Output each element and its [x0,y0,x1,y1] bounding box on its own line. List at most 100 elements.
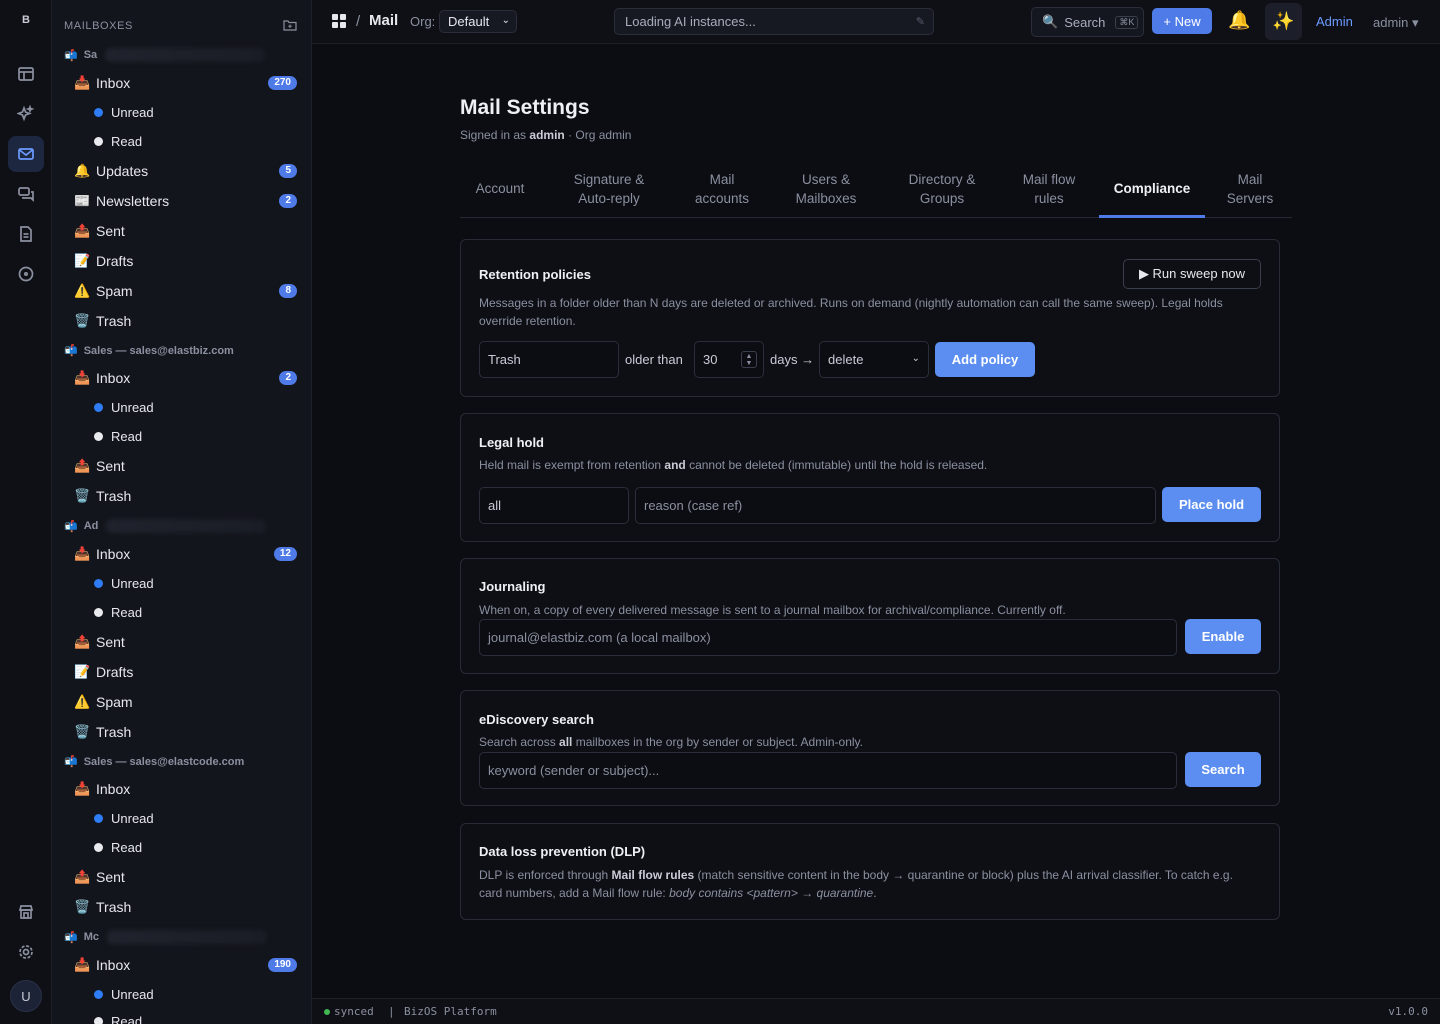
folder-trash[interactable]: 🗑️ Trash [74,485,299,507]
run-sweep-button[interactable]: ▶ Run sweep now [1123,259,1261,289]
folder-newsletters[interactable]: 📰 Newsletters 2 [74,190,299,212]
tab-compliance[interactable]: Compliance [1100,179,1204,198]
trash-icon: 🗑️ [74,488,91,503]
tab-signature-autoreply[interactable]: Signature & Auto-reply [556,170,662,208]
folder-unread[interactable]: Unread [94,396,299,418]
compass-icon[interactable] [8,256,44,292]
unread-count-badge: 12 [273,547,297,561]
add-policy-button[interactable]: Add policy [935,342,1035,377]
folder-unread[interactable]: Unread [94,807,299,829]
folder-spam[interactable]: ⚠️ Spam 8 [74,280,299,302]
retention-folder-input[interactable]: Trash [479,341,619,378]
journal-mailbox-input[interactable]: journal@elastbiz.com (a local mailbox) [479,619,1177,656]
folder-inbox[interactable]: 📥 Inbox 12 [74,543,299,565]
tab-mail-servers[interactable]: Mail Servers [1212,170,1288,208]
settings-main: Mail Settings Signed in as admin · Org a… [312,44,1440,998]
unread-count-badge: 190 [268,958,297,972]
folder-unread[interactable]: Unread [94,572,299,594]
folder-sent[interactable]: 📤 Sent [74,220,299,242]
ai-assistant-sparkles-icon[interactable]: ✨ [1265,3,1302,40]
folder-drafts[interactable]: 📝 Drafts [74,661,299,683]
unread-count-badge: 2 [279,194,297,208]
notifications-bell-icon[interactable]: 🔔 [1228,10,1250,31]
tab-mail-accounts[interactable]: Mail accounts [682,170,762,208]
folder-inbox[interactable]: 📥 Inbox 190 [74,954,299,976]
folder-drafts[interactable]: 📝 Drafts [74,250,299,272]
chat-icon[interactable] [8,176,44,212]
new-button[interactable]: + New [1152,8,1212,34]
folder-read[interactable]: Read [94,836,299,858]
folder-spam[interactable]: ⚠️ Spam [74,691,299,713]
gear-icon[interactable] [8,934,44,970]
status-bar: synced | BizOS Platform v1.0.0 [312,998,1440,1024]
sparkles-icon[interactable] [8,96,44,132]
document-icon[interactable] [8,216,44,252]
hold-scope-input[interactable]: all [479,487,629,524]
app-logo[interactable]: B [0,14,52,26]
sync-status-dot-icon [324,1009,330,1015]
folder-read[interactable]: Read [94,130,299,152]
folder-inbox[interactable]: 📥 Inbox [74,778,299,800]
place-hold-button[interactable]: Place hold [1162,487,1261,522]
ediscovery-query-input[interactable]: keyword (sender or subject)... [479,752,1177,789]
redacted-email [106,930,267,944]
stepper-arrows-icon[interactable]: ▲ ▼ [741,351,757,368]
chevron-down-icon: ⌄ [501,15,510,26]
retention-title: Retention policies [479,267,591,282]
admin-link[interactable]: Admin [1316,14,1353,29]
retention-action-select[interactable]: delete ⌄ [819,341,929,378]
account-header[interactable]: 📬 Ad [64,519,267,533]
mail-icon[interactable] [8,136,44,172]
folder-updates[interactable]: 🔔 Updates 5 [74,160,299,182]
folder-sent[interactable]: 📤 Sent [74,455,299,477]
folder-read[interactable]: Read [94,1010,299,1024]
breadcrumb-app[interactable]: Mail [369,12,398,29]
new-folder-icon[interactable] [283,19,297,31]
user-avatar[interactable]: U [10,980,42,1012]
ediscovery-search-button[interactable]: Search [1185,752,1261,787]
org-select[interactable]: Default ⌄ [439,10,517,33]
folder-sent[interactable]: 📤 Sent [74,866,299,888]
account-header[interactable]: 📬 Sa [64,48,266,62]
inbox-icon: 📥 [74,957,91,972]
hold-reason-input[interactable]: reason (case ref) [635,487,1156,524]
table-icon[interactable] [8,56,44,92]
warning-icon: ⚠️ [74,283,91,298]
folder-read[interactable]: Read [94,425,299,447]
enable-journaling-button[interactable]: Enable [1185,619,1261,654]
status-separator: | [388,1005,395,1018]
folder-unread[interactable]: Unread [94,983,299,1005]
store-icon[interactable] [8,894,44,930]
global-search-button[interactable]: 🔍 Search ⌘K [1031,7,1144,37]
unread-dot-icon [94,813,103,823]
account-header[interactable]: 📬 Mc [64,930,267,944]
ai-instance-field[interactable]: Loading AI instances... ✎ [614,8,934,35]
read-dot-icon [94,842,103,852]
unread-count-badge: 2 [279,371,297,385]
account-header[interactable]: 📬 Sales — sales@elastbiz.com [64,344,234,358]
tab-account[interactable]: Account [460,179,540,198]
mailboxes-heading: MAILBOXES [64,20,133,32]
top-bar: / Mail Org: Default ⌄ Loading AI instance… [312,0,1440,44]
folder-unread[interactable]: Unread [94,101,299,123]
journaling-description: When on, a copy of every delivered messa… [479,603,1066,617]
folder-read[interactable]: Read [94,601,299,623]
legal-hold-description: Held mail is exempt from retention and c… [479,458,988,472]
mailbox-icon: 📬 [64,49,78,62]
retention-description: Messages in a folder older than N days a… [479,296,1223,328]
folder-trash[interactable]: 🗑️ Trash [74,896,299,918]
folder-trash[interactable]: 🗑️ Trash [74,721,299,743]
outbox-icon: 📤 [74,458,91,473]
inbox-icon: 📥 [74,75,91,90]
app-grid-icon[interactable] [332,14,346,28]
folder-inbox[interactable]: 📥 Inbox 270 [74,72,299,94]
folder-inbox[interactable]: 📥 Inbox 2 [74,367,299,389]
folder-sent[interactable]: 📤 Sent [74,631,299,653]
tab-users-mailboxes[interactable]: Users & Mailboxes [782,170,870,208]
tab-mail-flow-rules[interactable]: Mail flow rules [1010,170,1088,208]
user-menu[interactable]: admin ▾ [1373,15,1419,31]
folder-trash[interactable]: 🗑️ Trash [74,310,299,332]
retention-days-stepper[interactable]: 30 ▲ ▼ [694,341,764,378]
tab-directory-groups[interactable]: Directory & Groups [892,170,992,208]
account-header[interactable]: 📬 Sales — sales@elastcode.com [64,755,244,769]
